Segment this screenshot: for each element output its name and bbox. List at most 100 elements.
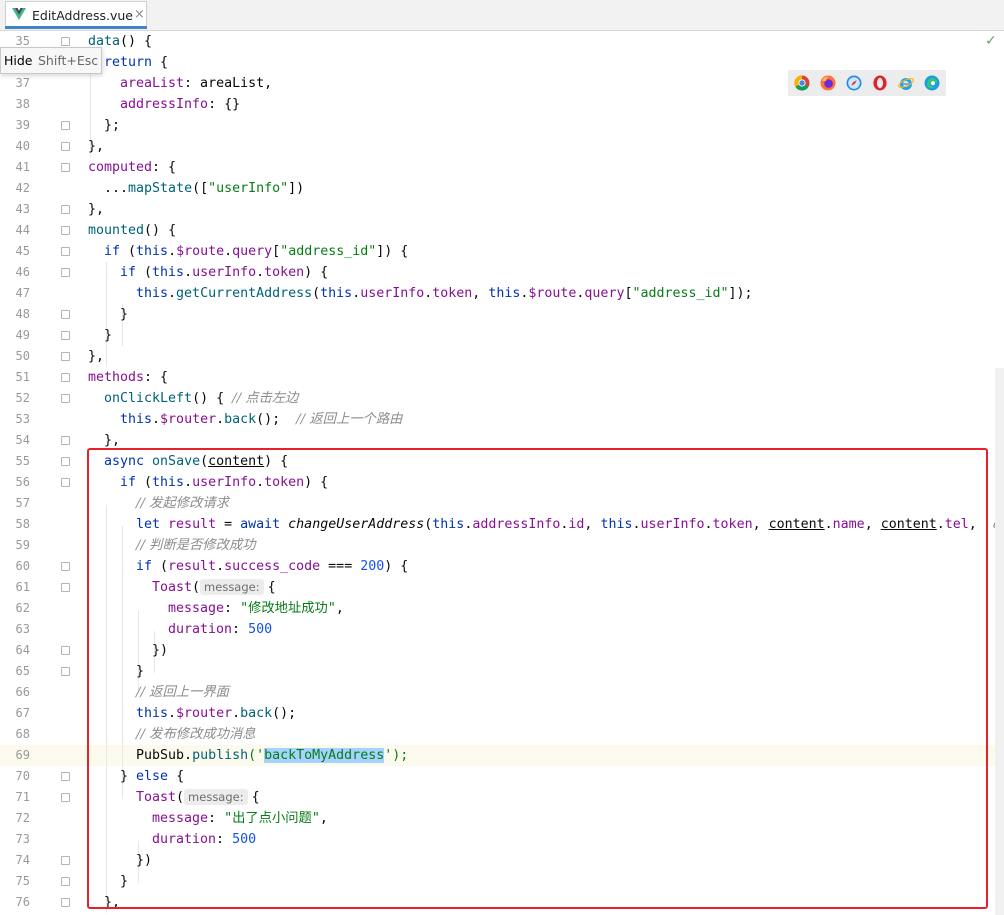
line-number[interactable]: 64 xyxy=(0,640,30,661)
code-line[interactable]: 43}, xyxy=(0,199,1004,220)
line-number[interactable]: 42 xyxy=(0,178,30,199)
line-number[interactable]: 53 xyxy=(0,409,30,430)
code-text[interactable]: }, xyxy=(88,346,104,367)
fold-marker-icon[interactable] xyxy=(61,142,70,151)
code-line[interactable]: 53 this.$router.back(); // 返回上一个路由 xyxy=(0,409,1004,430)
line-number[interactable]: 65 xyxy=(0,661,30,682)
edge-icon[interactable] xyxy=(924,75,940,91)
code-text[interactable]: computed: { xyxy=(88,157,176,178)
line-number[interactable]: 73 xyxy=(0,829,30,850)
line-number[interactable]: 45 xyxy=(0,241,30,262)
opera-icon[interactable] xyxy=(872,75,888,91)
code-line[interactable]: 51 methods: { xyxy=(0,367,1004,388)
line-number[interactable]: 57 xyxy=(0,493,30,514)
fold-marker-icon[interactable] xyxy=(61,478,70,487)
code-text[interactable]: if (this.userInfo.token) { xyxy=(120,262,328,283)
fold-marker-icon[interactable] xyxy=(61,898,70,907)
line-number[interactable]: 69 xyxy=(0,745,30,766)
line-number[interactable]: 37 xyxy=(0,73,30,94)
line-number[interactable]: 56 xyxy=(0,472,30,493)
fold-marker-icon[interactable] xyxy=(61,394,70,403)
line-number[interactable]: 61 xyxy=(0,577,30,598)
code-line[interactable]: 42 ...mapState(["userInfo"]) xyxy=(0,178,1004,199)
code-line[interactable]: 50}, xyxy=(0,346,1004,367)
line-number[interactable]: 76 xyxy=(0,892,30,913)
code-text[interactable]: mounted() { xyxy=(88,220,176,241)
line-number[interactable]: 46 xyxy=(0,262,30,283)
code-line[interactable]: 46 if (this.userInfo.token) { xyxy=(0,262,1004,283)
fold-marker-icon[interactable] xyxy=(61,877,70,886)
line-number[interactable]: 39 xyxy=(0,115,30,136)
fold-marker-icon[interactable] xyxy=(61,352,70,361)
fold-marker-icon[interactable] xyxy=(61,226,70,235)
code-text[interactable]: } xyxy=(120,304,128,325)
line-number[interactable]: 50 xyxy=(0,346,30,367)
fold-marker-icon[interactable] xyxy=(61,163,70,172)
fold-marker-icon[interactable] xyxy=(61,667,70,676)
code-text[interactable]: }; xyxy=(104,115,120,136)
line-number[interactable]: 52 xyxy=(0,388,30,409)
fold-marker-icon[interactable] xyxy=(61,583,70,592)
safari-icon[interactable] xyxy=(846,75,862,91)
line-number[interactable]: 41 xyxy=(0,157,30,178)
inspection-ok-icon[interactable]: ✓ xyxy=(985,33,997,49)
line-number[interactable]: 55 xyxy=(0,451,30,472)
code-text[interactable]: onClickLeft() { // 点击左边 xyxy=(104,388,298,409)
code-line[interactable]: 45 if (this.$route.query["address_id"]) { xyxy=(0,241,1004,262)
code-text[interactable]: this.$router.back(); // 返回上一个路由 xyxy=(120,409,402,430)
code-text[interactable]: addressInfo: {} xyxy=(120,94,240,115)
fold-marker-icon[interactable] xyxy=(61,205,70,214)
code-line[interactable]: 38 addressInfo: {} xyxy=(0,94,1004,115)
firefox-icon[interactable] xyxy=(820,75,836,91)
fold-marker-icon[interactable] xyxy=(61,310,70,319)
fold-marker-icon[interactable] xyxy=(61,856,70,865)
line-number[interactable]: 54 xyxy=(0,430,30,451)
code-line[interactable]: 39}; xyxy=(0,115,1004,136)
code-text[interactable]: areaList: areaList, xyxy=(120,73,272,94)
fold-marker-icon[interactable] xyxy=(61,121,70,130)
code-text[interactable]: ...mapState(["userInfo"]) xyxy=(104,178,304,199)
line-number[interactable]: 43 xyxy=(0,199,30,220)
line-number[interactable]: 72 xyxy=(0,808,30,829)
line-number[interactable]: 68 xyxy=(0,724,30,745)
line-number[interactable]: 40 xyxy=(0,136,30,157)
line-number[interactable]: 66 xyxy=(0,682,30,703)
line-number[interactable]: 59 xyxy=(0,535,30,556)
line-number[interactable]: 70 xyxy=(0,766,30,787)
code-text[interactable]: }, xyxy=(88,199,104,220)
editor-scrollbar[interactable] xyxy=(995,368,1004,915)
fold-marker-icon[interactable] xyxy=(61,247,70,256)
fold-marker-icon[interactable] xyxy=(61,436,70,445)
chrome-icon[interactable] xyxy=(794,75,810,91)
fold-marker-icon[interactable] xyxy=(61,772,70,781)
code-text[interactable]: methods: { xyxy=(88,367,168,388)
code-line[interactable]: 52 onClickLeft() { // 点击左边 xyxy=(0,388,1004,409)
line-number[interactable]: 48 xyxy=(0,304,30,325)
line-number[interactable]: 74 xyxy=(0,850,30,871)
fold-marker-icon[interactable] xyxy=(61,562,70,571)
code-line[interactable]: 48} xyxy=(0,304,1004,325)
code-text[interactable]: } xyxy=(104,325,112,346)
hide-tooltip[interactable]: Hide Shift+Esc xyxy=(0,47,102,74)
fold-marker-icon[interactable] xyxy=(61,457,70,466)
tab-close-icon[interactable]: × xyxy=(134,7,145,22)
fold-marker-icon[interactable] xyxy=(61,646,70,655)
code-text[interactable]: this.getCurrentAddress(this.userInfo.tok… xyxy=(136,283,753,304)
line-number[interactable]: 58 xyxy=(0,514,30,535)
line-number[interactable]: 49 xyxy=(0,325,30,346)
line-number[interactable]: 63 xyxy=(0,619,30,640)
line-number[interactable]: 51 xyxy=(0,367,30,388)
ie-icon[interactable] xyxy=(898,75,914,91)
code-line[interactable]: 35 data() { xyxy=(0,31,1004,52)
tooltip-action[interactable]: Hide xyxy=(4,53,33,68)
line-number[interactable]: 47 xyxy=(0,283,30,304)
code-text[interactable]: if (this.$route.query["address_id"]) { xyxy=(104,241,408,262)
code-line[interactable]: 47 this.getCurrentAddress(this.userInfo.t… xyxy=(0,283,1004,304)
code-line[interactable]: 41 computed: { xyxy=(0,157,1004,178)
line-number[interactable]: 67 xyxy=(0,703,30,724)
line-number[interactable]: 75 xyxy=(0,871,30,892)
fold-marker-icon[interactable] xyxy=(61,793,70,802)
fold-marker-icon[interactable] xyxy=(61,373,70,382)
file-tab-editaddress[interactable]: EditAddress.vue × xyxy=(5,1,147,29)
fold-marker-icon[interactable] xyxy=(61,331,70,340)
